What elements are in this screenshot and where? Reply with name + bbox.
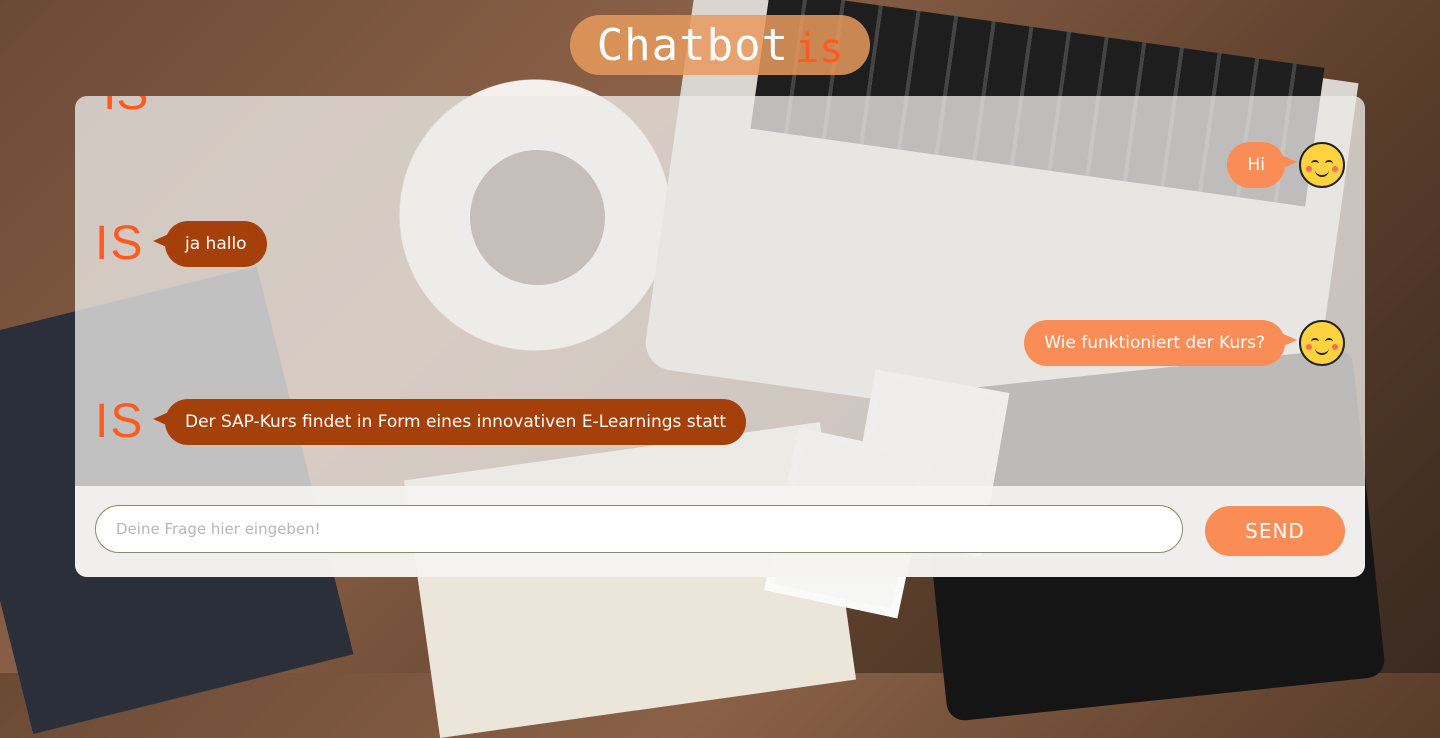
user-message: Wie funktioniert der Kurs? (1024, 320, 1345, 366)
bot-message: IS Der SAP-Kurs findet in Form eines inn… (95, 398, 747, 446)
chat-history[interactable]: IS Hi IS ja hallo Wie funktioniert der K… (75, 96, 1365, 486)
bot-logo-partial: IS (103, 96, 148, 121)
user-bubble: Hi (1227, 142, 1297, 188)
bot-bubble: Der SAP-Kurs findet in Form eines innova… (152, 399, 747, 445)
bot-bubble: ja hallo (153, 221, 267, 267)
app-title-accent: is (795, 26, 844, 72)
smiley-icon (1299, 142, 1345, 188)
chat-panel: IS Hi IS ja hallo Wie funktioniert der K… (75, 96, 1365, 577)
app-title: Chatbot is (570, 15, 870, 75)
bot-message: IS ja hallo (95, 220, 267, 268)
user-bubble: Wie funktioniert der Kurs? (1024, 320, 1297, 366)
smiley-icon (1299, 320, 1345, 366)
input-bar: SEND (75, 486, 1365, 577)
user-message: Hi (1227, 142, 1345, 188)
send-button[interactable]: SEND (1205, 506, 1345, 556)
app-title-main: Chatbot (596, 19, 790, 71)
question-input[interactable] (95, 505, 1183, 553)
